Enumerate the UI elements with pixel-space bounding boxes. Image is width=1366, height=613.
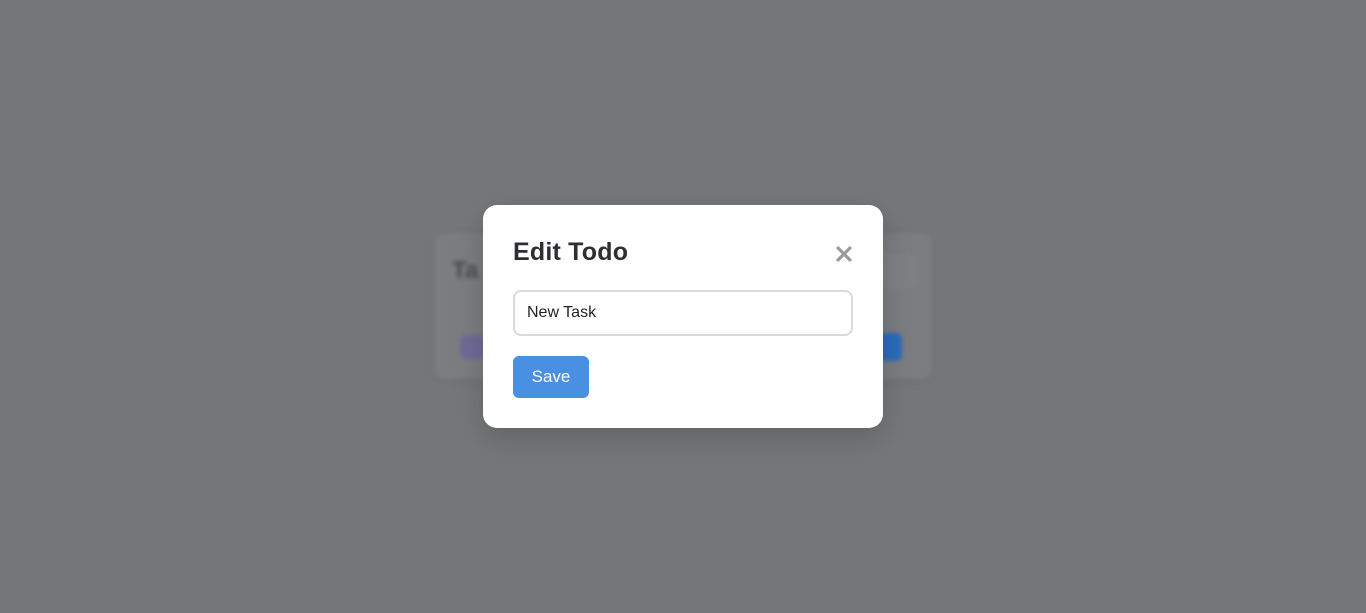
background-title: Ta <box>452 257 479 284</box>
close-icon <box>835 245 853 263</box>
save-button[interactable]: Save <box>513 356 589 398</box>
todo-text-input[interactable] <box>513 290 853 336</box>
modal-title: Edit Todo <box>513 238 629 266</box>
edit-todo-modal: Edit Todo Save <box>483 205 883 428</box>
close-button[interactable] <box>835 245 853 263</box>
background-chip <box>460 335 484 359</box>
